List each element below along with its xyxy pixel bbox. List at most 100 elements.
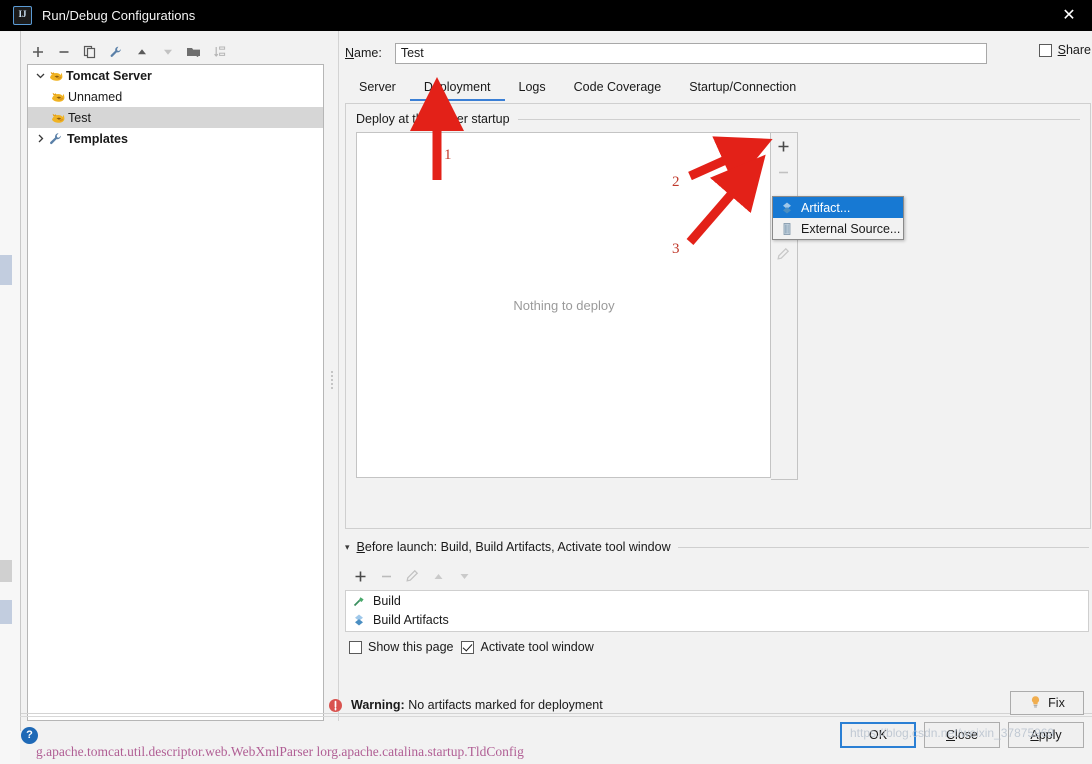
before-launch-options: Show this page Activate tool window <box>349 638 849 656</box>
tab-logs[interactable]: Logs <box>505 75 560 101</box>
arrow-up-icon[interactable] <box>131 41 153 63</box>
background-left-strip <box>0 32 20 764</box>
background-chip <box>0 600 12 624</box>
warning-prefix: Warning: <box>351 698 405 712</box>
deployment-list[interactable]: Nothing to deploy <box>356 132 772 478</box>
lightbulb-icon <box>1029 695 1042 712</box>
remove-task-button[interactable] <box>375 565 397 587</box>
artifact-diamond-icon <box>352 613 366 627</box>
warning-message: No artifacts marked for deployment <box>408 698 603 712</box>
caret-down-icon[interactable]: ▾ <box>345 542 350 553</box>
tree-item-test[interactable]: Test <box>28 107 323 128</box>
hammer-icon <box>352 594 366 608</box>
before-launch-label: Before launch: Build, Build Artifacts, A… <box>356 540 671 554</box>
move-task-down-button[interactable] <box>453 565 475 587</box>
warning-icon <box>328 698 343 713</box>
artifact-diamond-icon <box>780 201 794 215</box>
share-checkbox[interactable] <box>1038 43 1052 57</box>
move-task-up-button[interactable] <box>427 565 449 587</box>
name-input[interactable] <box>394 42 987 64</box>
task-label: Build Artifacts <box>373 612 449 627</box>
before-launch-task-list[interactable]: Build Build Artifacts <box>345 590 1089 632</box>
configurations-pane: Tomcat Server Unnamed Test Templates <box>21 31 326 721</box>
wrench-icon[interactable] <box>105 41 127 63</box>
fix-button[interactable]: Fix <box>1010 691 1084 715</box>
tree-item-label: Tomcat Server <box>66 68 152 83</box>
chevron-right-icon[interactable] <box>32 131 48 147</box>
tab-code-coverage[interactable]: Code Coverage <box>560 75 676 101</box>
tab-startup-connection[interactable]: Startup/Connection <box>675 75 810 101</box>
screen-root: g.apache.tomcat.util.descriptor.web.WebX… <box>0 0 1092 764</box>
arrow-down-icon[interactable] <box>157 41 179 63</box>
menu-item-label: External Source... <box>801 221 901 236</box>
background-chip <box>0 255 12 285</box>
share-label: Share <box>1057 43 1091 57</box>
checkbox-label: Show this page <box>368 640 454 654</box>
checkbox-box[interactable] <box>461 640 475 654</box>
warning-text: Warning: No artifacts marked for deploym… <box>351 698 603 712</box>
before-launch-toolbar <box>349 564 649 588</box>
help-button[interactable]: ? <box>21 727 38 744</box>
tab-server[interactable]: Server <box>345 75 410 101</box>
configurations-tree[interactable]: Tomcat Server Unnamed Test Templates <box>27 64 324 721</box>
tree-item-label: Templates <box>67 131 128 146</box>
deployment-panel: Deploy at the server startup Nothing to … <box>345 103 1091 529</box>
tree-item-templates[interactable]: Templates <box>28 128 323 149</box>
tomcat-cat-icon <box>48 68 64 84</box>
external-source-icon <box>780 222 794 236</box>
menu-item-external-source[interactable]: External Source... <box>773 218 903 239</box>
configuration-editor-pane: Name: Share Server Deployment Logs Code … <box>339 31 1092 721</box>
task-row-build-artifacts[interactable]: Build Artifacts <box>346 610 1088 629</box>
task-row-build[interactable]: Build <box>346 591 1088 610</box>
before-launch-header[interactable]: ▾ Before launch: Build, Build Artifacts,… <box>345 539 1089 555</box>
add-deployment-popup-menu: Artifact... External Source... <box>772 196 904 240</box>
remove-deployment-button[interactable] <box>771 159 795 185</box>
configuration-tabs: Server Deployment Logs Code Coverage Sta… <box>345 74 1089 101</box>
tree-item-tomcat-server[interactable]: Tomcat Server <box>28 65 323 86</box>
sort-alpha-icon[interactable] <box>209 41 231 63</box>
task-label: Build <box>373 593 401 608</box>
chevron-down-icon[interactable] <box>32 68 48 84</box>
splitter-handle[interactable] <box>330 369 336 395</box>
add-task-button[interactable] <box>349 565 371 587</box>
copy-icon[interactable] <box>79 41 101 63</box>
tree-item-label: Test <box>68 110 91 125</box>
warning-bar: Warning: No artifacts marked for deploym… <box>328 692 1072 718</box>
menu-item-label: Artifact... <box>801 200 851 215</box>
add-configuration-button[interactable] <box>27 41 49 63</box>
close-icon[interactable]: ✕ <box>1046 0 1092 31</box>
fix-label: Fix <box>1048 696 1065 710</box>
edit-deployment-button[interactable] <box>771 241 795 267</box>
group-rule <box>517 118 1080 120</box>
tomcat-cat-icon <box>50 110 66 126</box>
tree-item-label: Unnamed <box>68 89 123 104</box>
add-deployment-button[interactable] <box>771 133 795 159</box>
background-watermark: https://blog.csdn.net/weixin_37875969 <box>850 726 1055 740</box>
window-title: Run/Debug Configurations <box>42 8 196 23</box>
name-row: Name: <box>345 41 1089 65</box>
deploy-group-header: Deploy at the server startup <box>356 112 1080 126</box>
intellij-idea-icon: IJ <box>13 6 32 25</box>
share-checkbox-row[interactable]: Share <box>1038 43 1091 57</box>
tree-item-unnamed[interactable]: Unnamed <box>28 86 323 107</box>
run-debug-configurations-dialog: Tomcat Server Unnamed Test Templates Nam… <box>20 31 1092 731</box>
edit-task-button[interactable] <box>401 565 423 587</box>
group-rule <box>677 546 1089 548</box>
folder-add-icon[interactable] <box>183 41 205 63</box>
wrench-icon <box>48 131 64 147</box>
checkbox-label: Activate tool window <box>480 640 594 654</box>
deploy-group-label: Deploy at the server startup <box>356 112 510 126</box>
tab-deployment[interactable]: Deployment <box>409 75 505 101</box>
activate-tool-window-checkbox[interactable]: Activate tool window <box>461 640 594 654</box>
show-this-page-checkbox[interactable]: Show this page <box>349 640 453 654</box>
deployment-toolbar <box>771 132 798 480</box>
checkbox-box[interactable] <box>349 640 362 654</box>
bottom-divider <box>20 716 1092 717</box>
remove-configuration-button[interactable] <box>53 41 75 63</box>
background-chip <box>0 560 12 582</box>
window-titlebar: IJ Run/Debug Configurations ✕ <box>0 0 1092 31</box>
menu-item-artifact[interactable]: Artifact... <box>773 197 903 218</box>
deployment-empty-text: Nothing to deploy <box>513 297 615 313</box>
name-label: Name: <box>345 46 382 60</box>
tomcat-cat-icon <box>50 89 66 105</box>
